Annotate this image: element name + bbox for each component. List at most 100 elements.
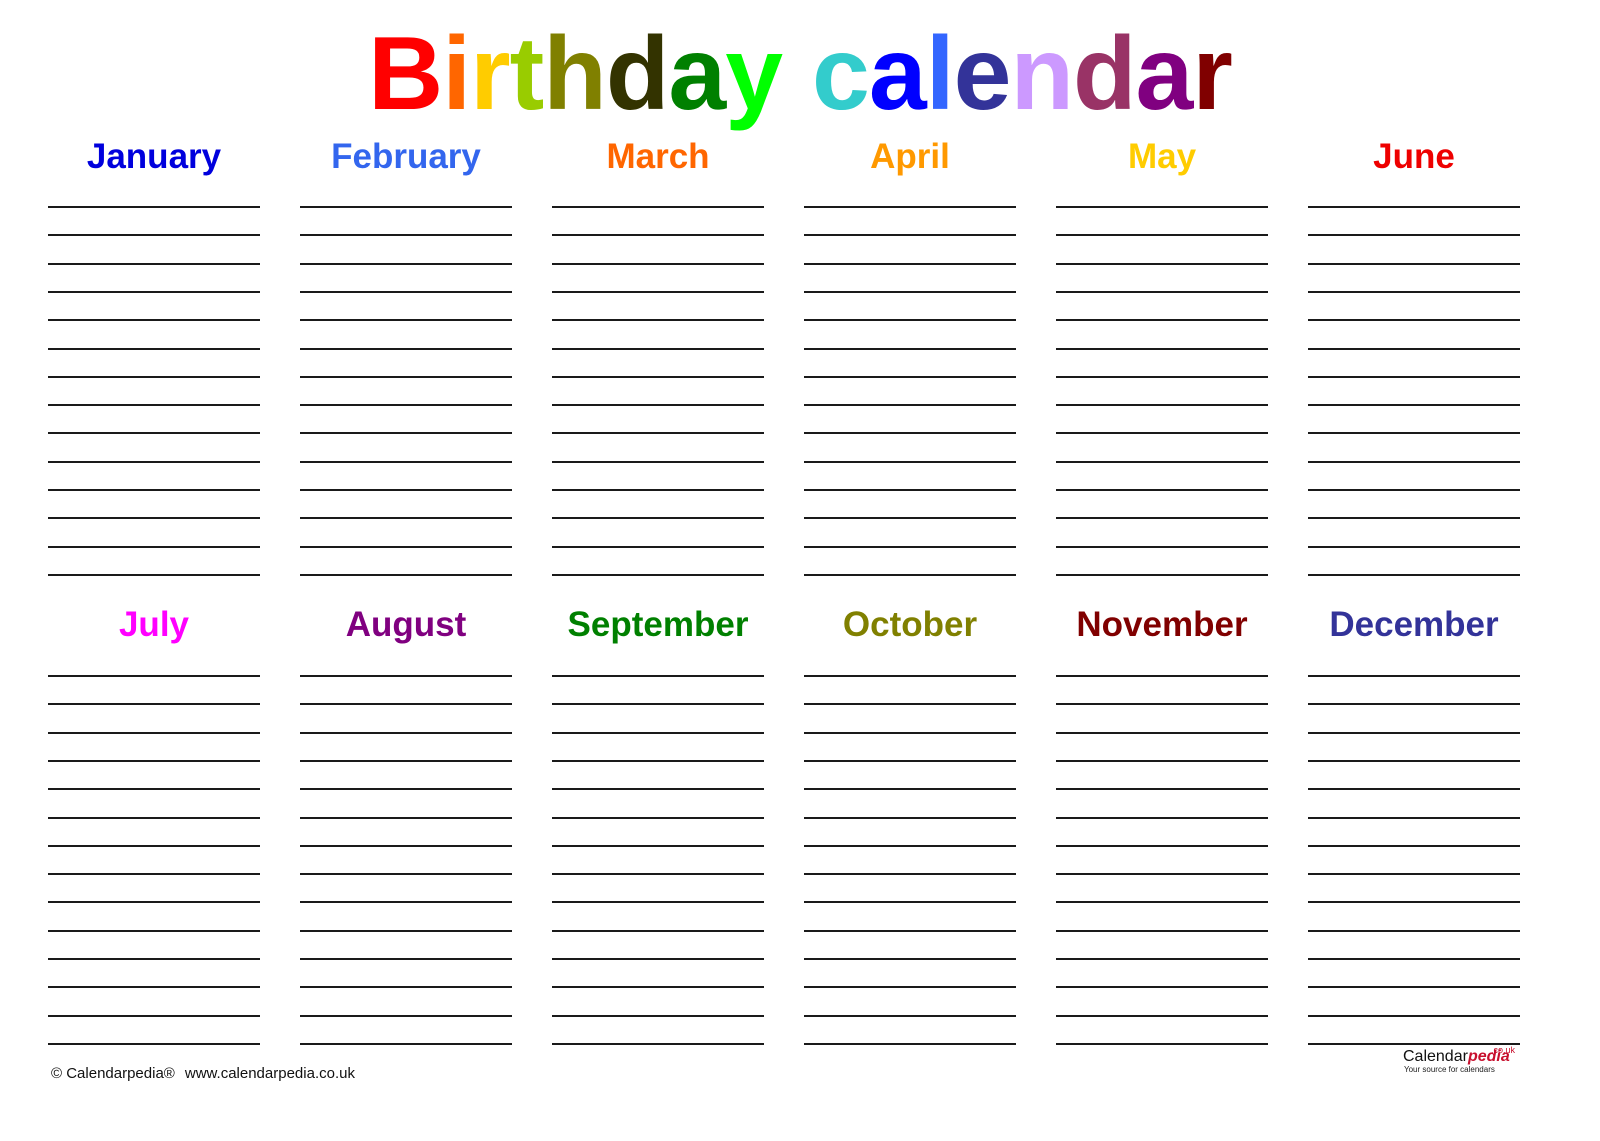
birthday-entry-line[interactable] [48,1043,260,1045]
birthday-entry-line[interactable] [552,1043,764,1045]
birthday-entry-line[interactable] [300,901,512,903]
birthday-entry-line[interactable] [48,376,260,378]
birthday-entry-line[interactable] [1056,263,1268,265]
birthday-entry-line[interactable] [804,1015,1016,1017]
birthday-entry-line[interactable] [804,376,1016,378]
birthday-entry-line[interactable] [1308,489,1520,491]
birthday-entry-line[interactable] [1056,760,1268,762]
birthday-entry-line[interactable] [300,291,512,293]
birthday-entry-line[interactable] [48,546,260,548]
website-link[interactable]: www.calendarpedia.co.uk [185,1065,355,1082]
birthday-entry-line[interactable] [48,901,260,903]
birthday-entry-line[interactable] [1308,546,1520,548]
birthday-entry-line[interactable] [1308,319,1520,321]
birthday-entry-line[interactable] [552,546,764,548]
birthday-entry-line[interactable] [300,546,512,548]
birthday-entry-line[interactable] [300,873,512,875]
birthday-entry-line[interactable] [1056,432,1268,434]
birthday-entry-line[interactable] [48,319,260,321]
birthday-entry-line[interactable] [48,432,260,434]
birthday-entry-line[interactable] [48,489,260,491]
birthday-entry-line[interactable] [804,873,1016,875]
birthday-entry-line[interactable] [804,432,1016,434]
birthday-entry-line[interactable] [1308,574,1520,576]
birthday-entry-line[interactable] [300,263,512,265]
birthday-entry-line[interactable] [1308,958,1520,960]
birthday-entry-line[interactable] [1056,732,1268,734]
birthday-entry-line[interactable] [1308,348,1520,350]
birthday-entry-line[interactable] [1308,376,1520,378]
birthday-entry-line[interactable] [804,703,1016,705]
birthday-entry-line[interactable] [804,291,1016,293]
birthday-entry-line[interactable] [1308,234,1520,236]
birthday-entry-line[interactable] [300,675,512,677]
birthday-entry-line[interactable] [552,732,764,734]
birthday-entry-line[interactable] [552,930,764,932]
birthday-entry-line[interactable] [1308,263,1520,265]
birthday-entry-line[interactable] [1056,489,1268,491]
birthday-entry-line[interactable] [1056,788,1268,790]
birthday-entry-line[interactable] [1056,845,1268,847]
birthday-entry-line[interactable] [804,546,1016,548]
birthday-entry-line[interactable] [1056,517,1268,519]
birthday-entry-line[interactable] [1056,348,1268,350]
birthday-entry-line[interactable] [552,517,764,519]
birthday-entry-line[interactable] [1056,873,1268,875]
birthday-entry-line[interactable] [552,845,764,847]
birthday-entry-line[interactable] [552,376,764,378]
birthday-entry-line[interactable] [48,675,260,677]
birthday-entry-line[interactable] [804,845,1016,847]
birthday-entry-line[interactable] [48,930,260,932]
birthday-entry-line[interactable] [300,986,512,988]
birthday-entry-line[interactable] [804,517,1016,519]
birthday-entry-line[interactable] [804,788,1016,790]
birthday-entry-line[interactable] [1056,376,1268,378]
birthday-entry-line[interactable] [552,461,764,463]
birthday-entry-line[interactable] [300,958,512,960]
birthday-entry-line[interactable] [804,986,1016,988]
birthday-entry-line[interactable] [48,788,260,790]
birthday-entry-line[interactable] [300,1015,512,1017]
birthday-entry-line[interactable] [48,206,260,208]
birthday-entry-line[interactable] [552,703,764,705]
birthday-entry-line[interactable] [804,404,1016,406]
birthday-entry-line[interactable] [552,234,764,236]
birthday-entry-line[interactable] [48,517,260,519]
birthday-entry-line[interactable] [300,788,512,790]
birthday-entry-line[interactable] [552,986,764,988]
birthday-entry-line[interactable] [552,263,764,265]
birthday-entry-line[interactable] [1056,986,1268,988]
birthday-entry-line[interactable] [1308,703,1520,705]
birthday-entry-line[interactable] [1056,574,1268,576]
birthday-entry-line[interactable] [552,348,764,350]
birthday-entry-line[interactable] [552,788,764,790]
birthday-entry-line[interactable] [48,291,260,293]
birthday-entry-line[interactable] [1056,703,1268,705]
birthday-entry-line[interactable] [48,958,260,960]
birthday-entry-line[interactable] [48,234,260,236]
birthday-entry-line[interactable] [48,348,260,350]
birthday-entry-line[interactable] [804,206,1016,208]
birthday-entry-line[interactable] [804,817,1016,819]
birthday-entry-line[interactable] [300,404,512,406]
birthday-entry-line[interactable] [1308,873,1520,875]
birthday-entry-line[interactable] [1308,1015,1520,1017]
birthday-entry-line[interactable] [1056,461,1268,463]
birthday-entry-line[interactable] [552,760,764,762]
birthday-entry-line[interactable] [300,732,512,734]
birthday-entry-line[interactable] [1308,930,1520,932]
birthday-entry-line[interactable] [552,319,764,321]
birthday-entry-line[interactable] [804,958,1016,960]
birthday-entry-line[interactable] [552,404,764,406]
birthday-entry-line[interactable] [48,760,260,762]
birthday-entry-line[interactable] [300,319,512,321]
birthday-entry-line[interactable] [552,901,764,903]
birthday-entry-line[interactable] [552,432,764,434]
birthday-entry-line[interactable] [552,489,764,491]
birthday-entry-line[interactable] [48,263,260,265]
birthday-entry-line[interactable] [1308,675,1520,677]
birthday-entry-line[interactable] [804,675,1016,677]
birthday-entry-line[interactable] [300,376,512,378]
birthday-entry-line[interactable] [48,732,260,734]
birthday-entry-line[interactable] [1308,461,1520,463]
